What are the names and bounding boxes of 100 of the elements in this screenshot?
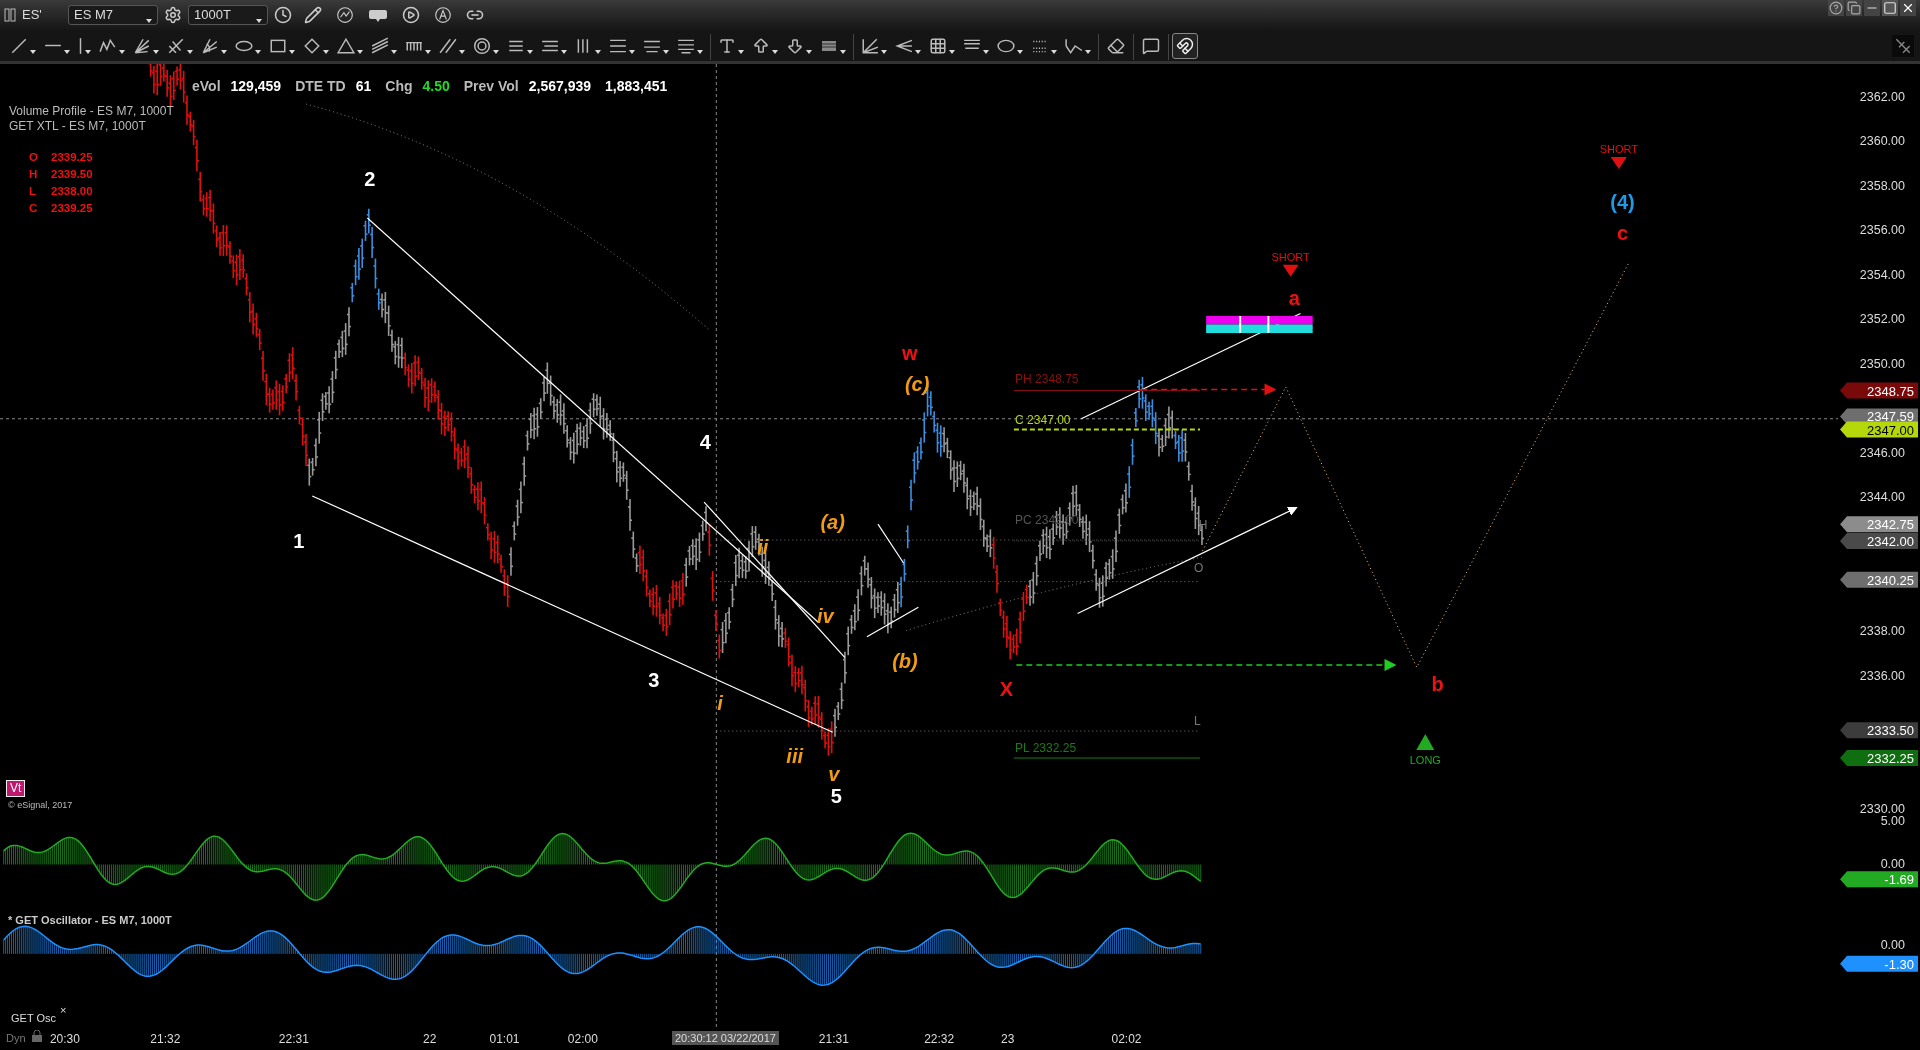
- minimize-icon[interactable]: [1864, 0, 1880, 16]
- price-tag-label: -1.69: [1884, 872, 1914, 888]
- oscillator-axis-label: 0.00: [1880, 938, 1905, 952]
- close-study-button[interactable]: ×: [60, 1004, 67, 1016]
- wave-label: b: [1431, 673, 1444, 696]
- caret-icon: [1085, 49, 1091, 54]
- wave-label: ii: [757, 536, 769, 559]
- wave-label: (4): [1610, 191, 1635, 214]
- info-label: Chg: [385, 77, 413, 96]
- zigzag-icon: [1065, 36, 1083, 55]
- time-axis-label: 20:30: [49, 1032, 80, 1047]
- magnet-button[interactable]: [1172, 33, 1198, 59]
- caret-icon: [357, 49, 363, 54]
- info-label: DTE TD: [295, 77, 346, 96]
- maximize-icon[interactable]: [1882, 0, 1898, 16]
- level-label: PH 2348.75: [1015, 372, 1079, 387]
- info-value: 2,567,939: [528, 77, 592, 96]
- range-letter: O: [1193, 560, 1204, 575]
- arrow-down-icon: [786, 36, 804, 55]
- lock-icon[interactable]: [31, 1030, 43, 1043]
- wave-label: (a): [820, 510, 845, 533]
- alert-circle-icon[interactable]: [434, 6, 452, 24]
- down-triangle-icon: [1610, 157, 1627, 170]
- up-triangle-icon: [1416, 734, 1435, 751]
- caret-icon: [221, 49, 227, 54]
- price-tag-label: 2332.25: [1867, 751, 1914, 767]
- price-tag-label: 2347.00: [1867, 422, 1914, 438]
- down-triangle-icon: [1282, 264, 1299, 277]
- price-tag-label: 2342.00: [1867, 533, 1914, 549]
- comment-icon: [1142, 37, 1160, 55]
- price-axis-label: 2356.00: [1859, 223, 1905, 238]
- caret-icon: [425, 49, 431, 54]
- caret-icon: [697, 49, 703, 54]
- ohlc-label: C: [29, 201, 39, 216]
- oscillator-axis-label: 5.00: [1880, 814, 1905, 829]
- signal-label: SHORT: [1271, 250, 1310, 263]
- wave-label: iii: [786, 744, 804, 767]
- symbol-field[interactable]: ES M7: [68, 5, 158, 25]
- signal-label: SHORT: [1599, 143, 1638, 156]
- caret-icon: [30, 49, 36, 54]
- triangle-icon: [337, 36, 355, 55]
- caret-icon: [289, 49, 295, 54]
- time-axis-label: 01:01: [489, 1032, 520, 1047]
- price-tag-label: 2340.25: [1867, 572, 1914, 588]
- price-axis-label: 2350.00: [1859, 356, 1905, 371]
- signal-label: LONG: [1409, 754, 1441, 767]
- help-icon[interactable]: [1828, 0, 1844, 16]
- line-icon: [10, 36, 28, 55]
- study-tab-label: GET Osc: [11, 1011, 57, 1026]
- wave-label: i: [717, 691, 723, 714]
- panel-icon: [4, 8, 16, 22]
- caret-icon: [119, 49, 125, 54]
- ohlc-value: 2339.25: [51, 201, 93, 216]
- fan-arc-icon: [201, 36, 219, 55]
- ohlc-value: 2338.00: [51, 184, 93, 199]
- price-axis-label: 2330.00: [1859, 802, 1905, 817]
- caret-icon: [663, 49, 669, 54]
- grid-icon: [929, 36, 947, 55]
- price-tag-label: -1.30: [1884, 956, 1914, 972]
- clock-icon[interactable]: [274, 6, 292, 24]
- close-icon[interactable]: [1900, 0, 1916, 16]
- wave-label: w: [902, 341, 918, 364]
- caret-icon: [561, 49, 567, 54]
- time-axis-label: 02:02: [1111, 1032, 1142, 1047]
- trend-line: [866, 606, 919, 638]
- ohlc-label: L: [29, 184, 38, 199]
- text-icon: [718, 36, 736, 55]
- price-tag-label: 2333.50: [1867, 723, 1914, 739]
- price-tag-label: 2348.75: [1867, 383, 1914, 399]
- wave-label: 5: [830, 784, 842, 807]
- fan-lines-icon: [133, 36, 151, 55]
- pencil-icon[interactable]: [304, 6, 322, 24]
- caret-icon: [187, 49, 193, 54]
- parallel-lines-icon: [371, 36, 389, 55]
- eraser-icon: [1107, 37, 1125, 55]
- arrow-up-icon: [752, 36, 770, 55]
- oscillator-title: * GET Oscillator - ES M7, 1000T: [8, 913, 172, 928]
- interval-field[interactable]: 1000T: [188, 5, 268, 25]
- wave-label: v: [828, 762, 840, 785]
- price-axis-label: 2354.00: [1859, 267, 1905, 282]
- caret-icon: [256, 19, 262, 23]
- play-icon[interactable]: [402, 6, 420, 24]
- settings-icon[interactable]: [164, 6, 182, 24]
- time-axis-label: 02:00: [567, 1032, 598, 1047]
- caret-icon: [840, 49, 846, 54]
- caret-icon: [595, 49, 601, 54]
- study-badge: Vt: [6, 780, 26, 797]
- wave-label: (b): [892, 650, 918, 673]
- info-label: eVol: [192, 77, 221, 96]
- wave-label: 3: [648, 668, 660, 691]
- chart-refresh-icon[interactable]: [336, 6, 354, 24]
- wave-label: a: [1288, 286, 1300, 309]
- horizontal-line-icon: [44, 43, 62, 48]
- caret-icon: [949, 49, 955, 54]
- vertical-line-icon: [78, 36, 83, 55]
- time-axis-label: 22:32: [924, 1032, 955, 1047]
- wave-label: (c): [904, 373, 930, 396]
- ohlc-value: 2339.50: [51, 167, 93, 182]
- wave-label: X: [999, 678, 1014, 701]
- popout-icon[interactable]: [1846, 0, 1862, 16]
